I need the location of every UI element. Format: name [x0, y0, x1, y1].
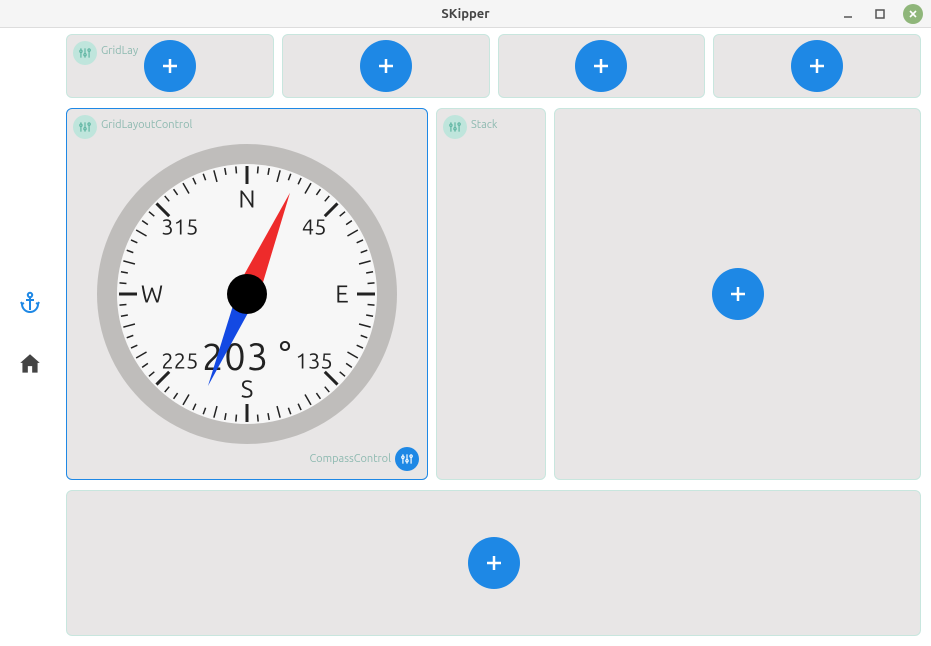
sidebar-item-anchor[interactable] — [16, 288, 44, 316]
window-title: SKipper — [441, 7, 489, 21]
titlebar: SKipper — [0, 0, 931, 28]
middle-row: GridLayoutControl — [66, 108, 921, 480]
add-button[interactable] — [575, 40, 627, 92]
settings-icon[interactable] — [73, 115, 97, 139]
plus-icon — [482, 551, 506, 575]
add-button[interactable] — [791, 40, 843, 92]
right-panel[interactable] — [554, 108, 921, 480]
stack-panel[interactable]: Stack — [436, 108, 546, 480]
top-panel-2[interactable] — [282, 34, 490, 98]
maximize-button[interactable] — [871, 5, 889, 23]
compass-needle — [117, 164, 377, 424]
top-row: GridLay — [66, 34, 921, 98]
sidebar-item-home[interactable] — [16, 350, 44, 378]
left-sidebar — [0, 28, 60, 646]
main-content: GridLay — [60, 28, 931, 646]
compass-panel-label: GridLayoutControl — [101, 119, 192, 131]
plus-icon — [158, 54, 182, 78]
compass-panel[interactable]: GridLayoutControl — [66, 108, 428, 480]
plus-icon — [374, 54, 398, 78]
plus-icon — [805, 54, 829, 78]
compass-control-label: CompassControl — [309, 453, 391, 465]
top-panel-3[interactable] — [498, 34, 706, 98]
bottom-panel[interactable] — [66, 490, 921, 636]
window-controls — [839, 4, 923, 24]
add-button[interactable] — [712, 268, 764, 320]
add-button[interactable] — [468, 537, 520, 589]
plus-icon — [726, 282, 750, 306]
home-icon — [17, 351, 43, 377]
sliders-icon — [400, 452, 414, 466]
top-panel-1[interactable]: GridLay — [66, 34, 274, 98]
add-button[interactable] — [144, 40, 196, 92]
compass-settings-button[interactable] — [395, 447, 419, 471]
anchor-icon — [18, 290, 42, 314]
minimize-button[interactable] — [839, 5, 857, 23]
bottom-row — [66, 490, 921, 636]
top-panel-1-label: GridLay — [101, 45, 138, 57]
settings-icon[interactable] — [443, 115, 467, 139]
settings-icon[interactable] — [73, 41, 97, 65]
add-button[interactable] — [360, 40, 412, 92]
compass-gauge: 203 ° N45E135S225W315 — [97, 144, 397, 444]
stack-panel-label: Stack — [471, 119, 497, 131]
plus-icon — [589, 54, 613, 78]
top-panel-4[interactable] — [713, 34, 921, 98]
close-button[interactable] — [903, 4, 923, 24]
